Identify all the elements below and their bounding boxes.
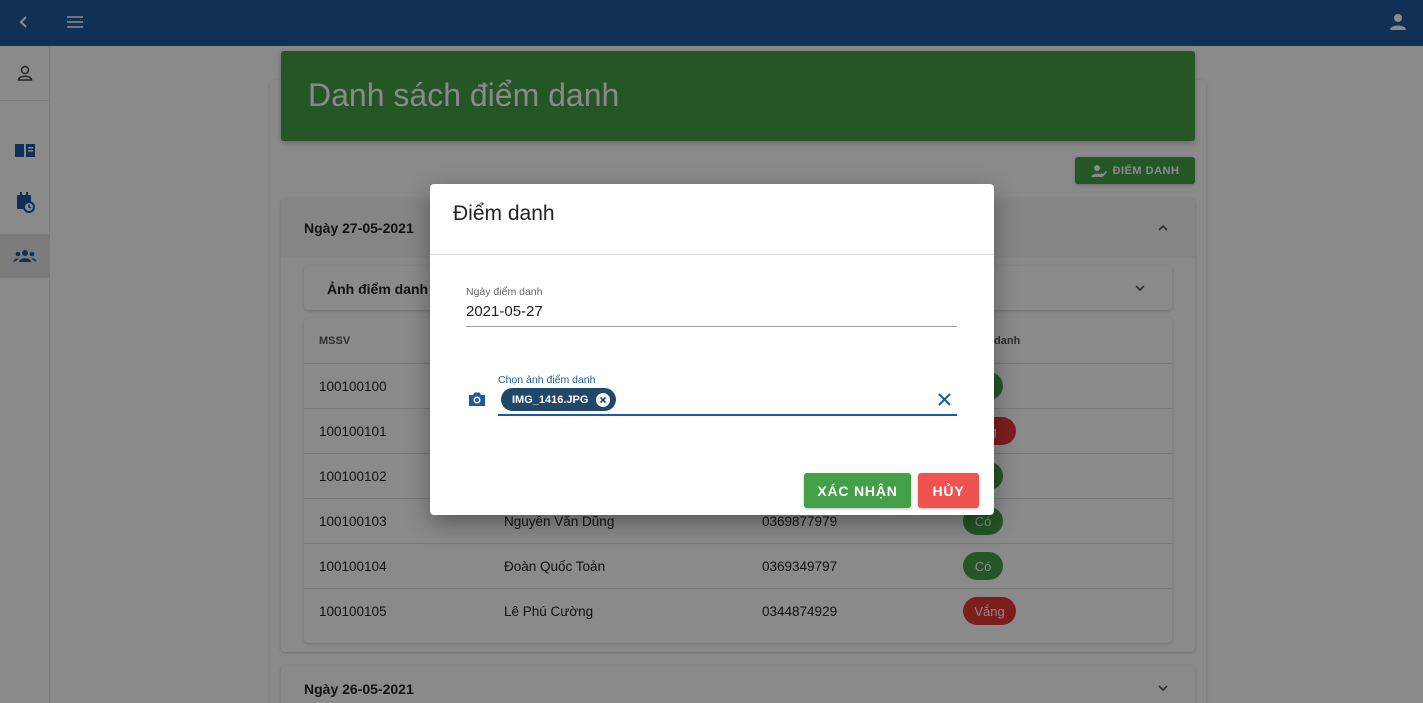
confirm-button[interactable]: XÁC NHẬN — [804, 473, 911, 508]
close-icon[interactable] — [936, 391, 953, 408]
date-field-label: Ngày điểm danh — [466, 286, 543, 298]
date-field[interactable]: 2021-05-27 — [466, 303, 543, 320]
file-chip[interactable]: IMG_1416.JPG — [501, 388, 617, 411]
file-field-underline — [498, 414, 957, 416]
camera-icon[interactable] — [467, 389, 487, 409]
close-circle-icon[interactable] — [596, 392, 611, 407]
cancel-button[interactable]: HỦY — [918, 473, 979, 508]
attendance-dialog: Điểm danh Ngày điểm danh 2021-05-27 Chọn… — [430, 184, 994, 515]
dialog-title: Điểm danh — [453, 202, 555, 225]
file-chip-name: IMG_1416.JPG — [512, 393, 589, 406]
dialog-divider — [430, 254, 994, 255]
date-field-underline — [466, 326, 957, 327]
file-field-label: Chọn ảnh điểm danh — [498, 374, 596, 386]
